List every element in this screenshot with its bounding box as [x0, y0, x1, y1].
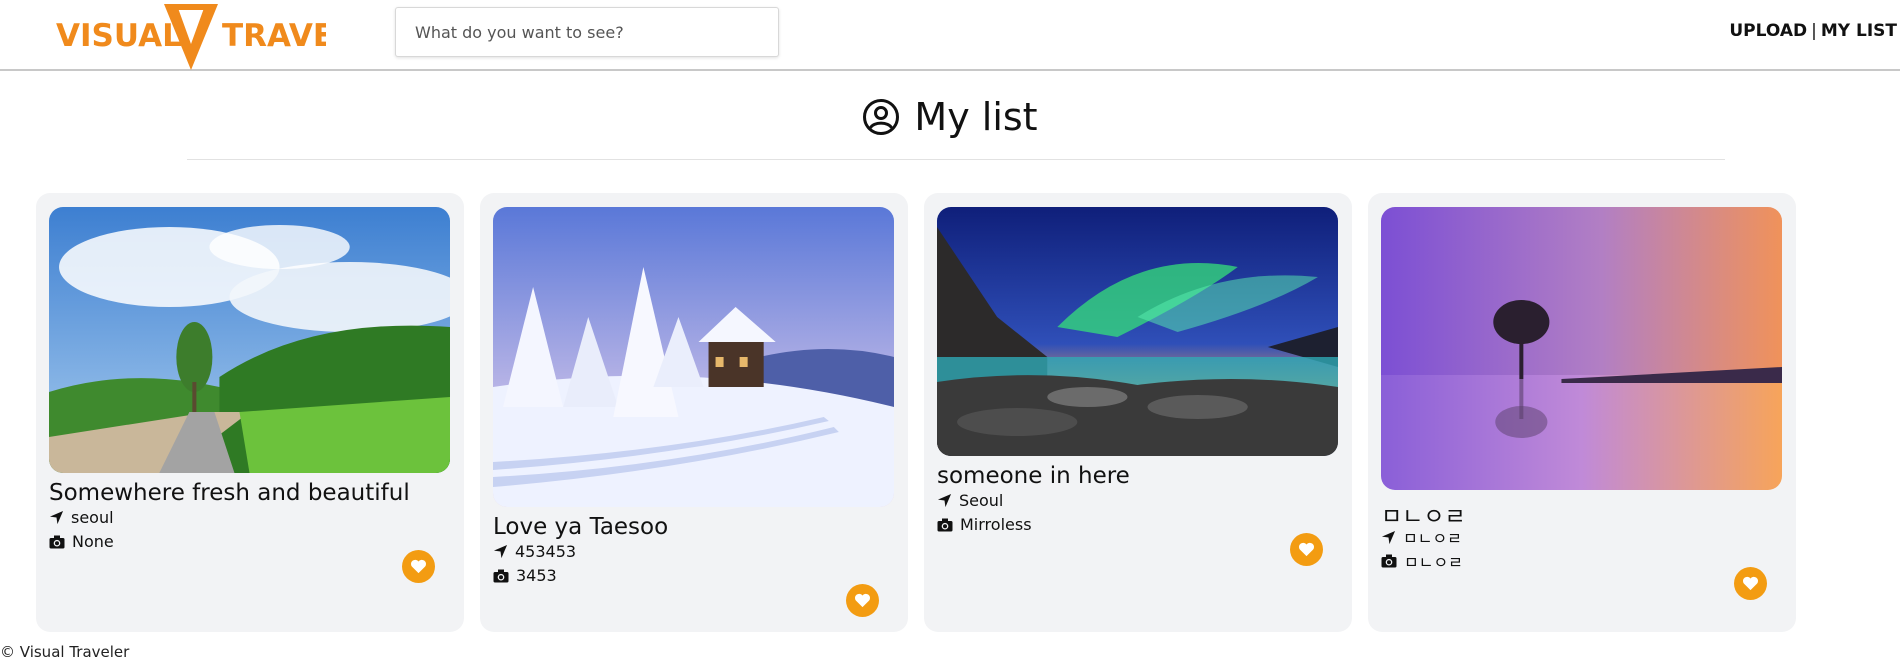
- list-card[interactable]: ㅁㄴㅇㄹ ㅁㄴㅇㄹ ㅁㄴㅇㄹ: [1368, 193, 1796, 632]
- footer-copyright: © Visual Traveler: [0, 643, 130, 661]
- title-divider: [187, 159, 1725, 160]
- card-location: seoul: [49, 508, 114, 527]
- list-card[interactable]: Somewhere fresh and beautiful seoul None: [36, 193, 464, 632]
- card-location: ㅁㄴㅇㄹ: [1381, 525, 1462, 549]
- card-camera: 3453: [493, 566, 557, 585]
- logo-word-left: VISUAL: [56, 18, 182, 54]
- location-arrow-icon: [493, 544, 508, 559]
- list-card[interactable]: Love ya Taesoo 453453 3453: [480, 193, 908, 632]
- upload-link[interactable]: UPLOAD: [1729, 21, 1807, 41]
- my-list-link[interactable]: MY LIST: [1821, 21, 1897, 41]
- card-title: Love ya Taesoo: [493, 514, 669, 540]
- like-button[interactable]: [1734, 567, 1767, 600]
- top-nav: UPLOAD | MY LIST: [1729, 21, 1897, 41]
- location-arrow-icon: [1381, 530, 1396, 544]
- card-camera: None: [49, 532, 114, 551]
- card-camera-text: 3453: [516, 566, 557, 585]
- card-camera: Mirroless: [937, 515, 1032, 534]
- heart-icon: [1299, 542, 1314, 557]
- card-location-text: ㅁㄴㅇㄹ: [1403, 529, 1462, 548]
- card-camera: ㅁㄴㅇㄹ: [1381, 549, 1463, 573]
- heart-icon: [1743, 576, 1758, 591]
- card-camera-text: None: [72, 532, 114, 551]
- heart-icon: [411, 559, 426, 574]
- camera-icon: [49, 535, 65, 548]
- heart-icon: [855, 593, 870, 608]
- logo-graphic: VISUAL TRAVEL: [56, 4, 354, 70]
- header: VISUAL TRAVEL UPLOAD|MY LIST: [0, 0, 1900, 71]
- card-location: 453453: [493, 542, 576, 561]
- camera-icon: [493, 569, 509, 582]
- card-camera-text: Mirroless: [960, 515, 1032, 534]
- card-location-text: Seoul: [959, 491, 1004, 510]
- camera-icon: [937, 518, 953, 531]
- snowy-cabin-photo[interactable]: [493, 207, 894, 507]
- aurora-coast-photo[interactable]: [937, 207, 1338, 456]
- location-arrow-icon: [937, 493, 952, 508]
- search-input[interactable]: [395, 7, 779, 57]
- camera-icon: [1381, 554, 1397, 568]
- green-park-road-photo[interactable]: [49, 207, 450, 473]
- lone-tree-sunset-photo[interactable]: [1381, 207, 1782, 490]
- page-title-text: My list: [914, 95, 1038, 139]
- nav-separator: |: [1811, 21, 1817, 41]
- card-camera-text: ㅁㄴㅇㄹ: [1404, 553, 1463, 572]
- page-title: My list: [0, 92, 1900, 142]
- like-button[interactable]: [846, 584, 879, 617]
- like-button[interactable]: [1290, 533, 1323, 566]
- user-circle-icon: [863, 99, 900, 135]
- list-card[interactable]: someone in here Seoul Mirroless: [924, 193, 1352, 632]
- location-arrow-icon: [49, 510, 64, 525]
- card-location-text: 453453: [515, 542, 577, 561]
- card-title: someone in here: [937, 463, 1130, 489]
- card-location-text: seoul: [71, 508, 114, 527]
- card-title: Somewhere fresh and beautiful: [49, 480, 410, 506]
- logo-word-right: TRAVEL: [222, 18, 326, 54]
- card-location: Seoul: [937, 491, 1003, 510]
- logo[interactable]: VISUAL TRAVEL: [56, 0, 354, 72]
- like-button[interactable]: [402, 550, 435, 583]
